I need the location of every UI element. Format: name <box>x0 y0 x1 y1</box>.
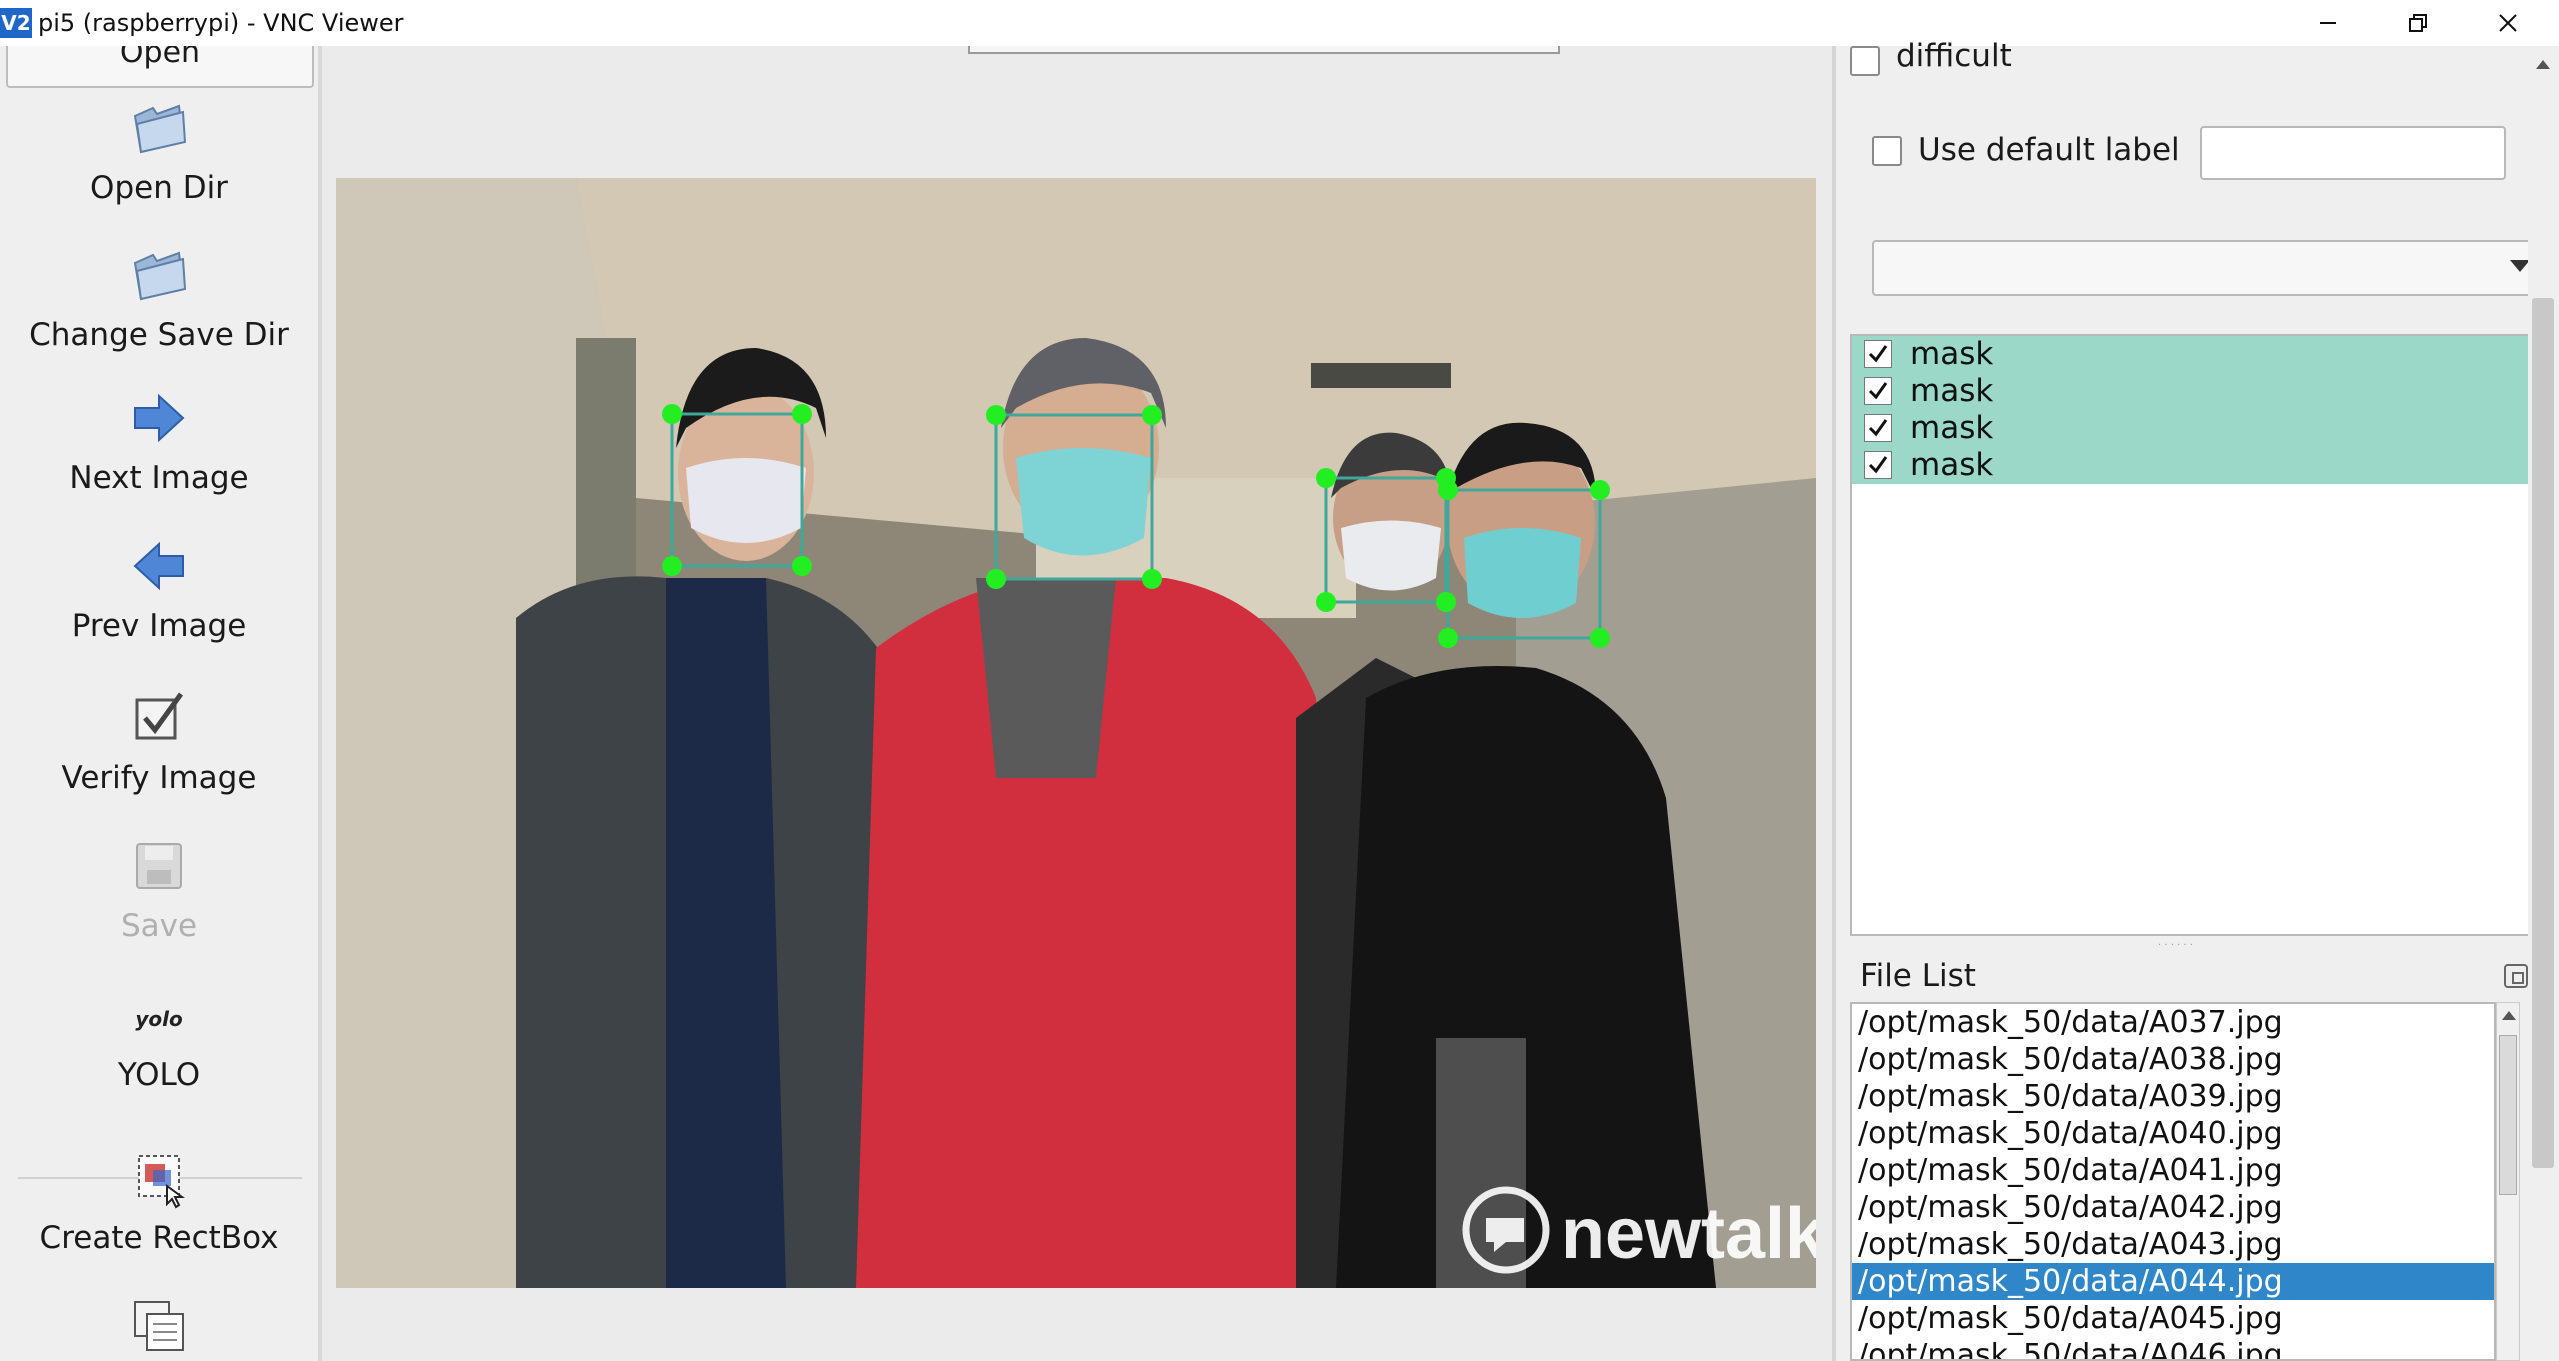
open-button[interactable]: Open <box>6 46 314 88</box>
label-name: mask <box>1910 447 1994 483</box>
yolo-label: YOLO <box>117 1057 201 1093</box>
label-name: mask <box>1910 373 1994 409</box>
scroll-up-icon[interactable] <box>2536 60 2550 69</box>
title-bar: V2 pi5 (raspberrypi) - VNC Viewer <box>0 0 2559 46</box>
file-list[interactable]: /opt/mask_50/data/A037.jpg /opt/mask_50/… <box>1850 1002 2496 1361</box>
save-label: Save <box>120 908 198 944</box>
minimize-button[interactable] <box>2283 0 2373 46</box>
checkbox-icon <box>135 692 184 740</box>
open-dir-label: Open Dir <box>90 170 228 206</box>
watermark-text: newtalk <box>1561 1194 1816 1274</box>
folder-icon <box>133 251 187 301</box>
checkmark-icon <box>1868 345 1888 363</box>
label-name: mask <box>1910 410 1994 446</box>
file-list-item[interactable]: /opt/mask_50/data/A042.jpg <box>1852 1189 2494 1226</box>
canvas-top-edge <box>968 46 1560 54</box>
file-list-item[interactable]: /opt/mask_50/data/A041.jpg <box>1852 1152 2494 1189</box>
create-rectbox-icon <box>138 1155 186 1209</box>
next-image-button[interactable]: Next Image <box>0 386 318 496</box>
vnc-logo-icon: V2 <box>0 8 32 38</box>
open-dir-button[interactable]: Open Dir <box>0 96 318 206</box>
verify-image-button[interactable]: Verify Image <box>0 686 318 796</box>
annotation-image[interactable]: newtalk <box>336 178 1816 1288</box>
label-name: mask <box>1910 336 1994 372</box>
create-rectbox-label: Create RectBox <box>39 1220 279 1256</box>
right-panel-scrollbar[interactable] <box>2528 46 2559 1361</box>
file-list-title: File List <box>1860 958 1976 994</box>
file-list-item[interactable]: /opt/mask_50/data/A046.jpg <box>1852 1337 2494 1359</box>
minimize-icon <box>2320 22 2336 24</box>
change-save-dir-button[interactable]: Change Save Dir <box>0 243 318 353</box>
close-icon <box>2499 14 2517 32</box>
label-list-item[interactable]: mask <box>1852 447 2540 484</box>
file-list-scroll-thumb[interactable] <box>2499 1035 2517 1195</box>
file-list-item[interactable]: /opt/mask_50/data/A039.jpg <box>1852 1078 2494 1115</box>
file-list-item[interactable]: /opt/mask_50/data/A045.jpg <box>1852 1300 2494 1337</box>
chevron-down-icon <box>2510 260 2530 272</box>
window-title: pi5 (raspberrypi) - VNC Viewer <box>38 9 404 37</box>
label-list-item[interactable]: mask <box>1852 336 2540 373</box>
save-icon <box>136 843 182 889</box>
prev-image-label: Prev Image <box>71 608 247 644</box>
right-panel: difficult Use default label mask mask ma… <box>1836 38 2559 1361</box>
next-image-label: Next Image <box>69 460 249 496</box>
checkmark-icon <box>1868 419 1888 437</box>
canvas-area[interactable]: newtalk <box>322 46 1832 1361</box>
scroll-up-icon[interactable] <box>2502 1011 2516 1020</box>
label-list[interactable]: mask mask mask mask <box>1850 334 2542 936</box>
photo-scene: newtalk <box>336 178 1816 1288</box>
difficult-label: difficult <box>1896 38 2012 74</box>
file-list-item[interactable]: /opt/mask_50/data/A040.jpg <box>1852 1115 2494 1152</box>
yolo-icon: yolo <box>135 1007 183 1031</box>
label-combobox[interactable] <box>1872 240 2552 296</box>
restore-button[interactable] <box>2373 0 2463 46</box>
dock-splitter[interactable]: · · · · · · <box>2158 940 2198 951</box>
verify-image-label: Verify Image <box>61 760 257 796</box>
create-rectbox-button[interactable]: Create RectBox <box>0 1146 318 1256</box>
save-button[interactable]: Save <box>0 834 318 944</box>
duplicate-rectbox-button[interactable] <box>0 1294 318 1358</box>
label-list-item[interactable]: mask <box>1852 373 2540 410</box>
close-button[interactable] <box>2463 0 2553 46</box>
arrow-left-icon <box>133 541 184 591</box>
left-toolbar: Open Open Dir Change Save Dir Next Image… <box>0 46 322 1361</box>
arrow-right-icon <box>134 393 185 443</box>
checkmark-icon <box>1868 382 1888 400</box>
prev-image-button[interactable]: Prev Image <box>0 534 318 644</box>
default-label-input[interactable] <box>2200 126 2506 180</box>
yolo-button[interactable]: yolo YOLO <box>0 1001 318 1093</box>
label-checkbox[interactable] <box>1864 451 1892 479</box>
change-save-dir-label: Change Save Dir <box>29 317 289 353</box>
label-checkbox[interactable] <box>1864 414 1892 442</box>
file-list-scrollbar[interactable] <box>2496 1002 2520 1361</box>
file-list-item-selected[interactable]: /opt/mask_50/data/A044.jpg <box>1852 1263 2494 1300</box>
copy-icon <box>134 1301 184 1351</box>
label-checkbox[interactable] <box>1864 377 1892 405</box>
folder-icon <box>133 104 187 154</box>
right-panel-scroll-thumb[interactable] <box>2532 298 2554 1168</box>
file-list-item[interactable]: /opt/mask_50/data/A037.jpg <box>1852 1004 2494 1041</box>
difficult-checkbox[interactable] <box>1850 46 1880 76</box>
label-list-item[interactable]: mask <box>1852 410 2540 447</box>
restore-icon <box>2409 14 2427 32</box>
label-checkbox[interactable] <box>1864 340 1892 368</box>
use-default-label-text: Use default label <box>1918 132 2180 168</box>
use-default-label-checkbox[interactable] <box>1872 136 1902 166</box>
file-list-item[interactable]: /opt/mask_50/data/A043.jpg <box>1852 1226 2494 1263</box>
float-dock-icon[interactable] <box>2504 964 2528 988</box>
checkmark-icon <box>1868 456 1888 474</box>
file-list-item[interactable]: /opt/mask_50/data/A038.jpg <box>1852 1041 2494 1078</box>
